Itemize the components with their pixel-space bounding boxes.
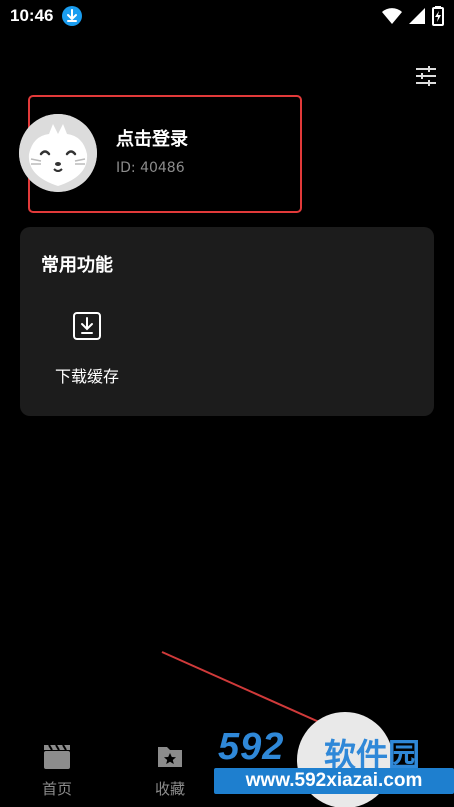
download-cache-button[interactable]: 下载缓存: [42, 307, 132, 397]
nav-favorites-label: 收藏: [154, 780, 185, 798]
status-bar: 10:46: [0, 0, 454, 32]
folder-star-icon: [156, 742, 184, 770]
watermark: 592 软件园 www.592xiazai.com: [214, 726, 454, 807]
card-title: 常用功能: [41, 255, 113, 276]
battery-icon: [432, 6, 444, 30]
user-id: ID: 40486: [116, 160, 185, 176]
nav-home-label: 首页: [41, 780, 72, 798]
login-title[interactable]: 点击登录: [116, 125, 188, 151]
nav-favorites[interactable]: 收藏: [130, 730, 210, 807]
signal-icon: [408, 7, 426, 29]
watermark-url: www.592xiazai.com: [245, 770, 423, 791]
common-functions-card: 常用功能 下载缓存: [20, 227, 434, 416]
avatar[interactable]: [19, 114, 97, 192]
status-time: 10:46: [10, 6, 54, 25]
nav-home[interactable]: 首页: [17, 730, 97, 807]
download-cache-label: 下载缓存: [54, 367, 119, 386]
wifi-icon: [382, 7, 402, 29]
download-icon: [72, 311, 102, 341]
settings-sliders-icon[interactable]: [414, 64, 438, 88]
watermark-brand: 592: [218, 726, 285, 768]
clapperboard-icon: [43, 742, 71, 770]
download-notification-icon: [62, 6, 82, 26]
